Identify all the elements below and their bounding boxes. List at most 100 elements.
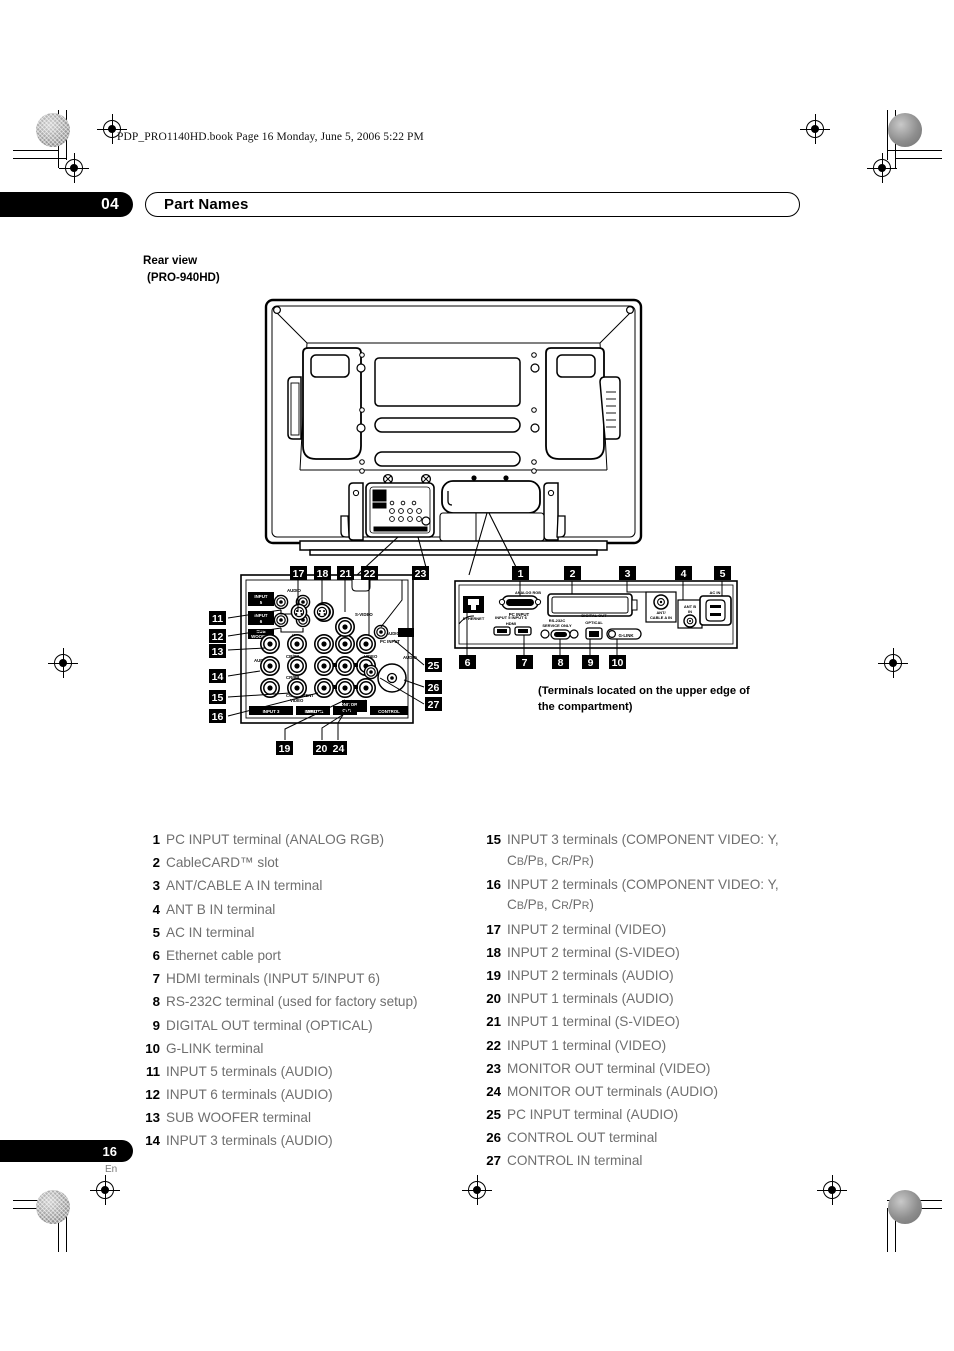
reference-item: 19 INPUT 2 terminals (AUDIO) [478,966,823,987]
input6-audio-jacks [273,612,311,628]
reference-number: 17 [486,921,501,937]
reference-number: 19 [486,967,501,983]
svg-text:CR/PR: CR/PR [286,675,300,680]
svg-text:3: 3 [625,568,631,580]
svg-text:22: 22 [364,568,376,580]
ac-in-socket: AC IN [699,590,732,626]
svg-text:ANT/: ANT/ [656,610,666,615]
reference-item: 12 INPUT 6 terminals (AUDIO) [137,1085,467,1106]
reference-item: 14 INPUT 3 terminals (AUDIO) [137,1131,467,1152]
callout-numbers-lower: 17 18 21 22 23 11 12 13 14 15 16 19 20 2… [209,566,442,755]
reference-label: Ethernet cable port [166,947,281,963]
svg-text:17: 17 [293,568,305,580]
svg-text:12: 12 [212,631,224,643]
tv-rear-body [264,298,643,545]
chapter-number: 04 [101,195,119,213]
svg-text:13: 13 [212,646,224,658]
svg-text:CABLE A IN: CABLE A IN [650,615,672,620]
reference-number: 6 [152,947,160,963]
reference-number: 25 [486,1107,501,1123]
control-in-jack [363,664,379,680]
reference-item: 25 PC INPUT terminal (AUDIO) [478,1105,823,1126]
reference-number: 14 [145,1133,160,1149]
svg-text:WOOFER: WOOFER [251,634,272,639]
registration-mark-bottom-left [90,1175,120,1205]
reference-label: INPUT 1 terminals (AUDIO) [507,991,674,1007]
svg-text:26: 26 [428,682,440,694]
upper-terminal-panel-detail: ETHERNET ANALOG RGB PC INPUT ANT/ CABLE … [454,580,738,649]
svg-text:1: 1 [518,568,524,580]
reference-label: INPUT 2 terminals (AUDIO) [507,967,674,983]
ethernet-port: ETHERNET [463,596,485,621]
svg-text:OUT: OUT [392,680,401,685]
reference-label: INPUT 6 terminals (AUDIO) [166,1087,333,1103]
reference-number: 8 [152,994,160,1010]
reference-number: 7 [152,971,160,987]
svg-text:5: 5 [260,600,263,605]
reference-item: 13 SUB WOOFER terminal [137,1108,467,1129]
tv-stand [299,540,608,556]
monitor-out-jacks [334,616,356,638]
svg-text:23: 23 [415,568,427,580]
reference-label: RS-232C terminal (used for factory setup… [166,994,418,1010]
reference-number: 12 [145,1087,160,1103]
svg-text:Y: Y [292,633,295,638]
figure-caption-line2: (PRO-940HD) [147,270,220,284]
reference-item: 7 HDMI terminals (INPUT 5/INPUT 6) [137,969,467,990]
reference-item: 17 INPUT 2 terminal (VIDEO) [478,920,823,941]
reference-label: INPUT 3 terminals (COMPONENT VIDEO: Y, C… [507,832,779,868]
reference-label: CONTROL OUT terminal [507,1130,658,1146]
callout-leaders-upper [466,581,723,655]
input2-video-jacks [290,601,356,699]
reference-number: 9 [152,1017,160,1033]
reference-item: 15 INPUT 3 terminals (COMPONENT VIDEO: Y,… [478,830,823,872]
reference-number: 4 [152,901,160,917]
reference-label: ANT/CABLE A IN terminal [166,878,323,894]
svg-text:L: L [300,594,303,599]
svg-text:CB/PB: CB/PB [286,654,299,659]
svg-text:PC INPUT: PC INPUT [509,612,530,617]
svg-text:G-LINK: G-LINK [618,633,634,638]
chapter-number-badge: 04 [0,192,133,217]
svg-text:VIDEO: VIDEO [364,654,378,659]
figure-caption: Rear view (PRO-940HD) [143,253,220,286]
svg-text:AUDIO: AUDIO [287,588,302,593]
svg-text:ANT B: ANT B [684,604,696,609]
print-density-patch-bottom-left [36,1190,70,1224]
svg-text:21: 21 [340,568,352,580]
reference-label: INPUT 2 terminal (VIDEO) [507,921,667,937]
svg-text:INPUT 5 INPUT 6: INPUT 5 INPUT 6 [495,615,528,620]
svg-text:14: 14 [212,671,224,683]
reference-label: MONITOR OUT terminal (VIDEO) [507,1060,711,1076]
reference-label: INPUT 2 terminals (COMPONENT VIDEO: Y, C… [507,876,779,913]
print-density-patch-top-left [36,113,70,147]
hdmi-connectors: INPUT 5 INPUT 6 HDMI [493,615,532,636]
svg-text:RS-232C: RS-232C [549,618,566,623]
reference-item: 20 INPUT 1 terminals (AUDIO) [478,989,823,1010]
svg-text:INPUT: INPUT [254,613,267,618]
svg-text:AUDIO: AUDIO [403,655,418,660]
svg-text:16: 16 [212,711,224,723]
reference-number: 23 [486,1060,501,1076]
reference-label: PC INPUT terminal (AUDIO) [507,1107,679,1123]
reference-list-left: 1 PC INPUT terminal (ANALOG RGB) 2 CableCAR… [137,830,467,1155]
rear-view-diagram: INPUT5 INPUT6 SUBWOOFER INPUT 3 INPUT 2 … [209,298,738,755]
input3-component-jacks [286,633,308,699]
reference-item: 10 G-LINK terminal [137,1039,467,1060]
svg-text:S-VIDEO: S-VIDEO [355,612,373,617]
reference-label: INPUT 1 terminal (VIDEO) [507,1037,667,1053]
reference-label: MONITOR OUT terminals (AUDIO) [507,1083,718,1099]
reference-number: 15 [486,832,501,847]
reference-number: 5 [152,924,160,940]
digital-out-optical-connector: DIGITAL OUT OPTICAL [581,613,607,640]
svg-text:COMPONENT: COMPONENT [286,693,314,698]
reference-number: 21 [486,1014,501,1030]
reference-number: 27 [486,1153,501,1169]
figure-caption-line1: Rear view [143,254,198,267]
svg-text:R: R [277,594,281,599]
reference-number: 11 [145,1063,160,1079]
svg-text:10: 10 [612,657,624,669]
reference-number: 20 [486,991,501,1007]
ant-b-in-jack: ANT B IN [677,599,703,629]
reference-item: 2 CableCARD™ slot [137,853,467,874]
